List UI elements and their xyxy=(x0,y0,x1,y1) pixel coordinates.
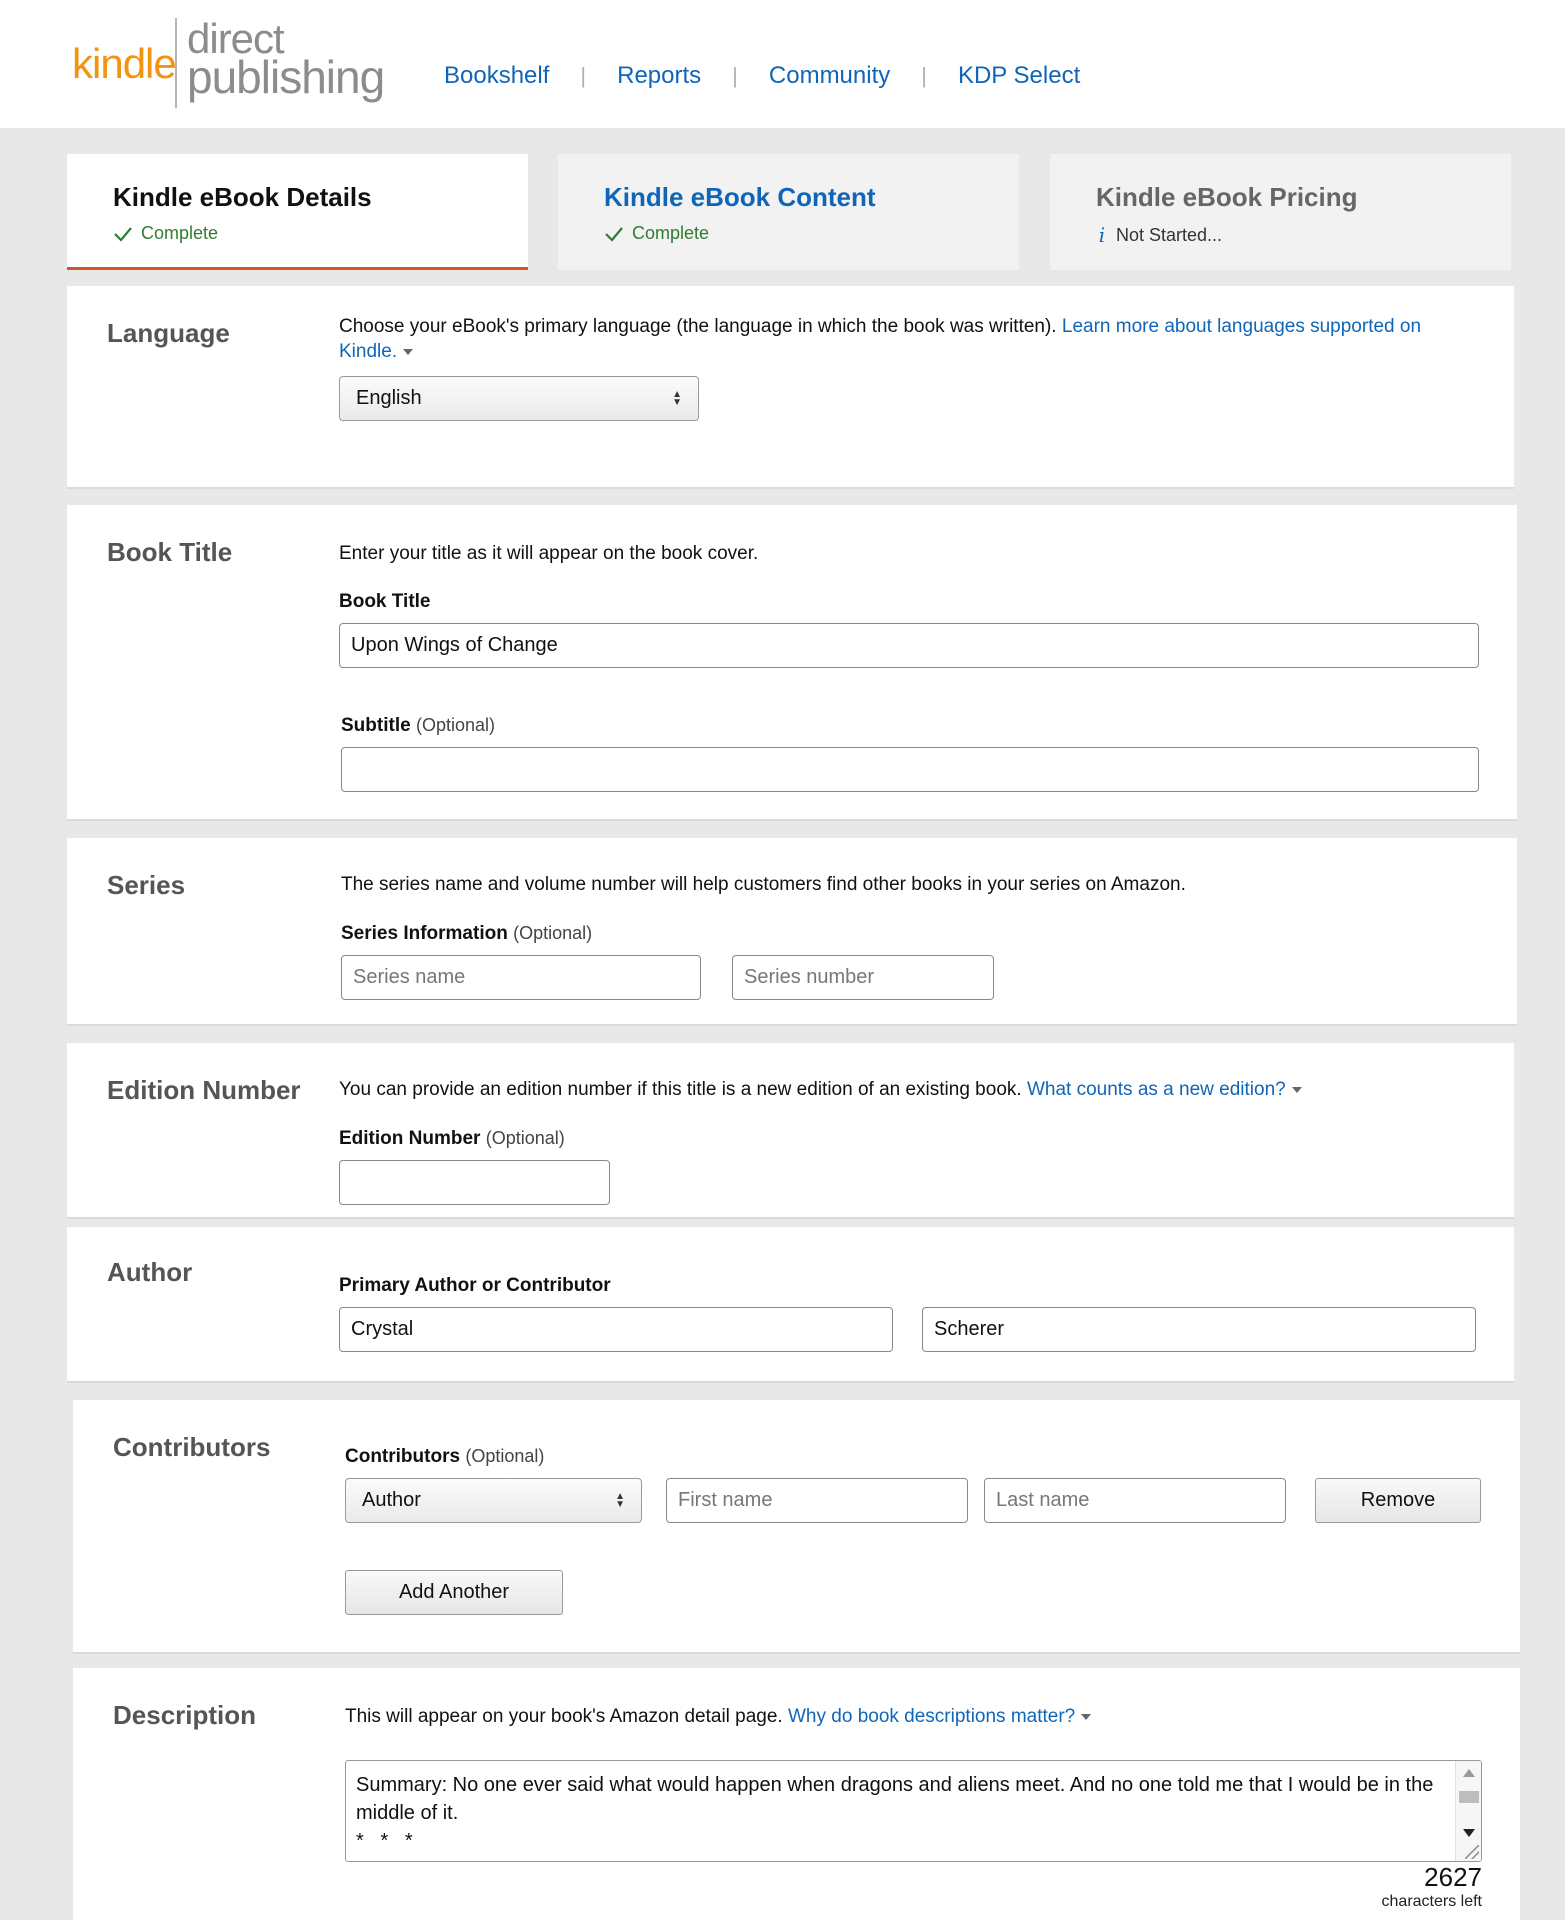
tab-status: Complete xyxy=(604,223,973,244)
nav-bookshelf[interactable]: Bookshelf xyxy=(444,62,549,90)
language-section: Language Choose your eBook's primary lan… xyxy=(67,286,1514,489)
contributor-role-value: Author xyxy=(362,1489,421,1511)
book-title-section: Book Title Enter your title as it will a… xyxy=(67,505,1517,821)
tab-status-text: Complete xyxy=(632,223,710,243)
chevron-down-icon xyxy=(1291,1086,1302,1093)
edition-number-section: Edition Number You can provide an editio… xyxy=(67,1043,1514,1219)
book-title-input[interactable]: Upon Wings of Change xyxy=(339,623,1479,668)
nav-divider: | xyxy=(580,63,587,88)
edition-number-input[interactable] xyxy=(339,1160,610,1205)
contributors-section: Contributors Contributors (Optional) Aut… xyxy=(73,1400,1520,1654)
book-title-description: Enter your title as it will appear on th… xyxy=(339,543,759,564)
series-field-label: Series Information (Optional) xyxy=(341,923,593,944)
tab-title: Kindle eBook Details xyxy=(113,182,372,212)
resize-grip-icon[interactable] xyxy=(1465,1845,1479,1859)
section-label: Book Title xyxy=(107,537,233,567)
contributor-first-name-input[interactable]: First name xyxy=(666,1478,968,1523)
scroll-up-icon[interactable] xyxy=(1463,1769,1475,1777)
top-bar: kindle direct publishing Bookshelf | Rep… xyxy=(0,0,1565,128)
series-description: The series name and volume number will h… xyxy=(341,874,1186,895)
contributor-last-name-input[interactable]: Last name xyxy=(984,1478,1286,1523)
nav-kdp-select[interactable]: KDP Select xyxy=(958,62,1080,90)
tab-title: Kindle eBook Pricing xyxy=(1096,182,1358,212)
author-field-label: Primary Author or Contributor xyxy=(339,1275,611,1296)
nav-reports[interactable]: Reports xyxy=(617,62,701,90)
tab-title: Kindle eBook Content xyxy=(604,182,876,212)
language-description: Choose your eBook's primary language (th… xyxy=(339,316,1422,362)
book-title-field-label: Book Title xyxy=(339,591,431,612)
description-help-text: This will appear on your book's Amazon d… xyxy=(345,1704,1482,1729)
scroll-thumb[interactable] xyxy=(1459,1791,1479,1803)
description-section: Description This will appear on your boo… xyxy=(73,1668,1520,1920)
language-select[interactable]: English ▲ ▼ xyxy=(339,376,699,421)
tab-ebook-content[interactable]: Kindle eBook Content Complete xyxy=(558,154,1019,270)
descriptions-help-link[interactable]: Why do book descriptions matter? xyxy=(788,1706,1092,1727)
main-nav: Bookshelf | Reports | Community | KDP Se… xyxy=(444,56,1080,96)
nav-community[interactable]: Community xyxy=(769,62,890,90)
kdp-logo[interactable]: kindle direct publishing xyxy=(72,18,385,110)
contributor-role-select[interactable]: Author ▲ ▼ xyxy=(345,1478,642,1523)
new-edition-help-link[interactable]: What counts as a new edition? xyxy=(1027,1079,1302,1100)
nav-divider: | xyxy=(732,63,738,88)
author-last-name-input[interactable]: Scherer xyxy=(922,1307,1476,1352)
check-icon xyxy=(114,226,132,242)
info-icon: i xyxy=(1098,223,1106,247)
series-name-input[interactable]: Series name xyxy=(341,955,701,1000)
section-label: Language xyxy=(107,318,230,348)
section-label: Edition Number xyxy=(107,1075,301,1105)
scroll-down-icon[interactable] xyxy=(1463,1829,1475,1837)
chevron-down-icon xyxy=(403,348,414,355)
tab-status-text: Complete xyxy=(141,223,219,243)
tab-status: i Not Started... xyxy=(1096,223,1465,247)
subtitle-input[interactable] xyxy=(341,747,1479,792)
select-arrows-icon: ▲ ▼ xyxy=(615,1490,625,1510)
logo-divider xyxy=(175,18,177,108)
author-section: Author Primary Author or Contributor Cry… xyxy=(67,1227,1514,1383)
nav-divider: | xyxy=(921,63,927,88)
contributors-field-label: Contributors (Optional) xyxy=(345,1446,545,1467)
chars-left-label: characters left xyxy=(1381,1893,1482,1910)
description-textarea[interactable]: Summary: No one ever said what would hap… xyxy=(345,1760,1482,1862)
tab-ebook-pricing[interactable]: Kindle eBook Pricing i Not Started... xyxy=(1050,154,1511,270)
tab-status: Complete xyxy=(113,223,482,244)
select-arrows-icon: ▲ ▼ xyxy=(672,388,682,408)
author-first-name-input[interactable]: Crystal xyxy=(339,1307,893,1352)
section-label: Description xyxy=(113,1700,257,1730)
remove-contributor-button[interactable]: Remove xyxy=(1315,1478,1481,1523)
series-number-input[interactable]: Series number xyxy=(732,955,994,1000)
section-label: Contributors xyxy=(113,1432,271,1462)
check-icon xyxy=(605,226,623,242)
logo-kindle-text: kindle xyxy=(72,40,177,87)
edition-field-label: Edition Number (Optional) xyxy=(339,1128,565,1149)
description-text: Summary: No one ever said what would hap… xyxy=(356,1774,1434,1852)
chars-left-count: 2627 xyxy=(1424,1862,1482,1892)
char-counter: 2627 characters left xyxy=(1382,1862,1482,1911)
section-label: Author xyxy=(107,1257,193,1287)
series-section: Series The series name and volume number… xyxy=(67,838,1517,1026)
add-another-button[interactable]: Add Another xyxy=(345,1570,563,1615)
section-label: Series xyxy=(107,870,186,900)
tab-status-text: Not Started... xyxy=(1116,224,1223,245)
edition-description: You can provide an edition number if thi… xyxy=(339,1077,1476,1102)
chevron-down-icon xyxy=(1081,1713,1092,1720)
subtitle-field-label: Subtitle (Optional) xyxy=(341,715,495,736)
language-selected-value: English xyxy=(356,387,422,409)
logo-publishing-text: publishing xyxy=(187,51,385,103)
tab-ebook-details[interactable]: Kindle eBook Details Complete xyxy=(67,154,528,270)
textarea-scrollbar[interactable] xyxy=(1455,1761,1481,1861)
